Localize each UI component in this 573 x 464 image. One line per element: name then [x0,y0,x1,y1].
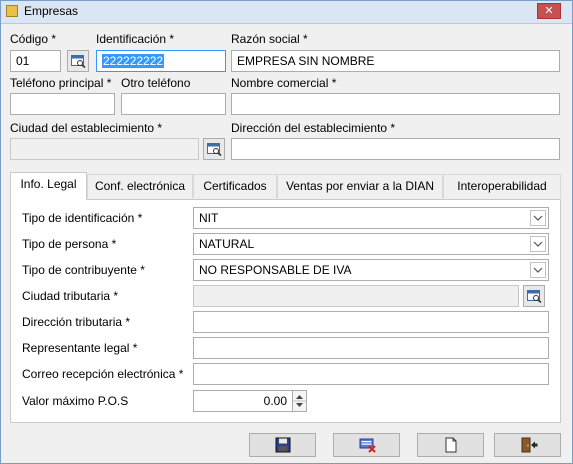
tipo-persona-label: Tipo de persona * [22,237,117,251]
tipo-persona-value: NATURAL [199,237,255,251]
ciudad-tributaria-field [193,285,519,307]
identificacion-label: Identificación * [96,32,175,46]
new-document-icon [445,437,457,453]
ciudad-establecimiento-label: Ciudad del establecimiento * [10,121,163,135]
exit-button[interactable] [494,433,561,457]
save-button[interactable] [249,433,316,457]
delete-button[interactable] [333,433,400,457]
ciudad-tributaria-lookup-button[interactable] [523,285,545,307]
tipo-persona-select[interactable]: NATURAL [193,233,549,255]
app-icon [6,5,18,17]
tab-info-legal[interactable]: Info. Legal [10,172,87,200]
representante-legal-label: Representante legal * [22,341,138,355]
tipo-identificacion-label: Tipo de identificación * [22,211,143,225]
nombre-comercial-label: Nombre comercial * [231,76,337,90]
tab-conf-electronica[interactable]: Conf. electrónica [87,174,193,198]
window-title: Empresas [24,4,79,18]
lookup-icon [527,290,542,303]
chevron-down-icon[interactable] [530,236,546,252]
direccion-tributaria-label: Dirección tributaria * [22,315,131,329]
otro-telefono-field[interactable] [121,93,226,115]
tipo-identificacion-select[interactable]: NIT [193,207,549,229]
correo-recepcion-field[interactable] [193,363,549,385]
ciudad-establecimiento-lookup-button[interactable] [203,138,225,160]
new-document-button[interactable] [417,433,484,457]
lookup-icon [207,143,222,156]
tipo-contribuyente-value: NO RESPONSABLE DE IVA [199,263,352,277]
spin-up-icon[interactable] [296,395,303,399]
ciudad-establecimiento-field [10,138,199,160]
codigo-field[interactable]: 01 [10,50,61,72]
razon-social-field[interactable]: EMPRESA SIN NOMBRE [231,50,560,72]
exit-icon [521,437,538,453]
telefono-principal-field[interactable] [10,93,115,115]
tipo-contribuyente-select[interactable]: NO RESPONSABLE DE IVA [193,259,549,281]
chevron-down-icon[interactable] [530,262,546,278]
tab-certificados[interactable]: Certificados [193,174,277,198]
representante-legal-field[interactable] [193,337,549,359]
ciudad-tributaria-label: Ciudad tributaria * [22,289,119,303]
valor-maximo-pos-field[interactable]: 0.00 [193,390,293,412]
valor-maximo-pos-label: Valor máximo P.O.S [22,394,129,408]
direccion-establecimiento-label: Dirección del establecimiento * [231,121,396,135]
save-icon [275,437,291,453]
valor-maximo-pos-spinner[interactable] [293,390,307,412]
lookup-icon [71,55,86,68]
delete-icon [359,438,376,453]
otro-telefono-label: Otro teléfono [121,76,191,90]
tipo-contribuyente-label: Tipo de contribuyente * [22,263,145,277]
tab-ventas-por-enviar[interactable]: Ventas por enviar a la DIAN [277,174,443,198]
direccion-tributaria-field[interactable] [193,311,549,333]
codigo-lookup-button[interactable] [67,50,89,72]
identificacion-value: 222222222 [102,54,165,68]
chevron-down-icon[interactable] [530,210,546,226]
identificacion-field[interactable]: 222222222 [96,50,226,72]
close-button[interactable]: ✕ [537,3,561,19]
razon-social-label: Razón social * [231,32,308,46]
title-bar [1,1,572,24]
telefono-principal-label: Teléfono principal * [10,76,112,90]
direccion-establecimiento-field[interactable] [231,138,560,160]
tab-interoperabilidad[interactable]: Interoperabilidad [443,174,561,198]
tipo-identificacion-value: NIT [199,211,219,225]
correo-recepcion-label: Correo recepción electrónica * [22,367,184,381]
codigo-label: Código * [10,32,57,46]
nombre-comercial-field[interactable] [231,93,560,115]
spin-down-icon[interactable] [296,403,303,407]
